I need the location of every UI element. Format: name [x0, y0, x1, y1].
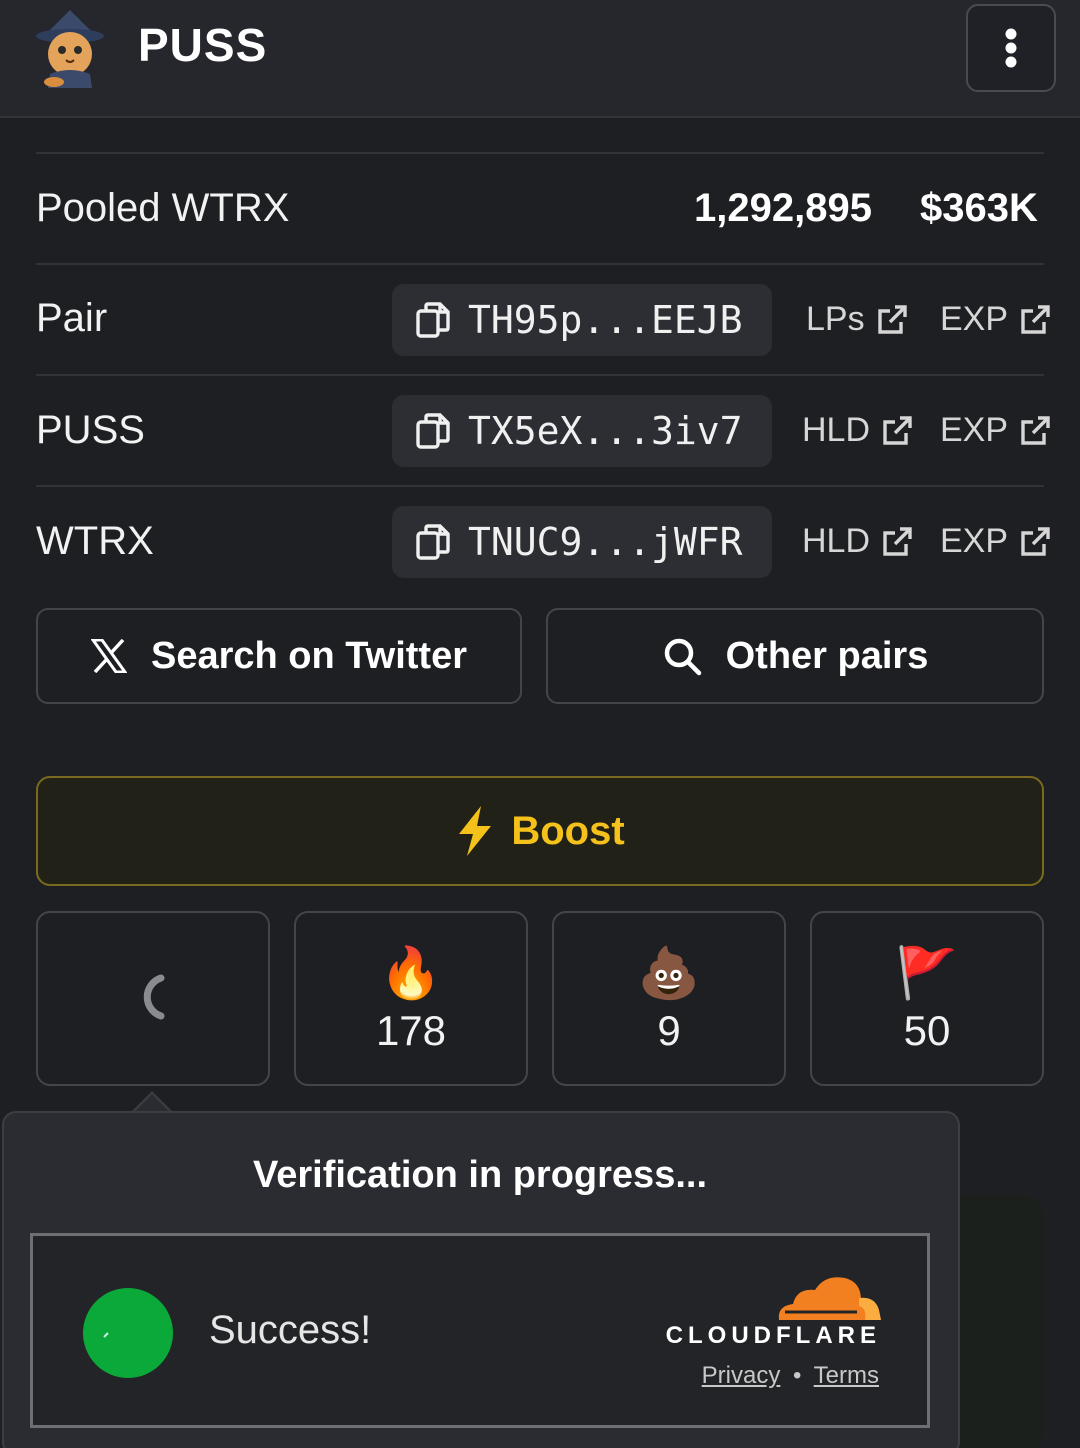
fire-count: 178	[375, 1006, 447, 1054]
poop-icon: 💩	[637, 944, 701, 1001]
fire-icon: 🔥	[379, 944, 443, 1001]
link-label: EXP	[940, 300, 1009, 338]
external-link-icon	[877, 304, 907, 334]
reaction-card-poop[interactable]: 💩 9	[552, 911, 786, 1086]
wtrx-explorer-link[interactable]: EXP	[940, 522, 1052, 561]
link-label: EXP	[940, 522, 1009, 560]
app-title: PUSS	[138, 19, 268, 71]
reaction-card-loading[interactable]	[36, 911, 270, 1086]
cloudflare-wordmark: CLOUDFLARE	[665, 1322, 881, 1349]
poop-count: 9	[657, 1006, 681, 1054]
divider	[36, 374, 1044, 376]
link-label: HLD	[802, 411, 871, 449]
external-link-icon	[1021, 304, 1050, 334]
pooled-amount: 1,292,895	[694, 186, 872, 230]
lightning-icon	[459, 806, 492, 856]
row-label-puss: PUSS	[36, 408, 145, 452]
search-twitter-label: Search on Twitter	[150, 634, 468, 677]
link-separator: •	[793, 1362, 802, 1389]
pooled-usd: $363K	[920, 186, 1038, 230]
copy-wtrx-address-button[interactable]: TNUC9...jWFR	[392, 506, 772, 578]
puss-explorer-link[interactable]: EXP	[940, 411, 1052, 450]
red-flag-icon: 🚩	[895, 944, 959, 1001]
external-link-icon	[883, 526, 912, 556]
other-pairs-button[interactable]: Other pairs	[546, 608, 1044, 704]
pair-address: TH95p...EEJB	[468, 298, 743, 342]
boost-label: Boost	[511, 808, 625, 853]
copy-icon	[416, 413, 450, 449]
row-label-pair: Pair	[36, 296, 108, 340]
link-label: HLD	[802, 522, 871, 560]
link-label: EXP	[940, 411, 1009, 449]
row-label-wtrx: WTRX	[36, 519, 154, 563]
more-menu-button[interactable]	[966, 4, 1056, 92]
cloudflare-widget: Success! CLOUDFLARE Privacy • Terms	[30, 1233, 930, 1428]
divider	[36, 263, 1044, 265]
link-label: LPs	[806, 300, 865, 338]
divider	[36, 485, 1044, 487]
copy-icon	[416, 524, 450, 560]
app-header: PUSS	[0, 0, 1080, 118]
vertical-dots-icon	[1005, 28, 1017, 68]
puss-logo	[36, 10, 104, 88]
pair-lps-link[interactable]: LPs	[806, 300, 909, 339]
cloudflare-cloud-icon	[778, 1277, 881, 1320]
wtrx-holders-link[interactable]: HLD	[802, 522, 914, 561]
privacy-link[interactable]: Privacy	[702, 1362, 781, 1389]
external-link-icon	[1021, 526, 1050, 556]
copy-puss-address-button[interactable]: TX5eX...3iv7	[392, 395, 772, 467]
external-link-icon	[1021, 415, 1050, 445]
pooled-label: Pooled WTRX	[36, 186, 290, 230]
success-check-icon	[83, 1288, 173, 1378]
search-twitter-button[interactable]: Search on Twitter	[36, 608, 522, 704]
pair-explorer-link[interactable]: EXP	[940, 300, 1052, 339]
cloudflare-links: Privacy • Terms	[702, 1362, 879, 1390]
red-flag-count: 50	[903, 1006, 951, 1054]
reaction-card-fire[interactable]: 🔥 178	[294, 911, 528, 1086]
wtrx-address: TNUC9...jWFR	[468, 520, 743, 564]
external-link-icon	[883, 415, 912, 445]
copy-pair-address-button[interactable]: TH95p...EEJB	[392, 284, 772, 356]
boost-button[interactable]: Boost	[36, 776, 1044, 886]
divider	[36, 152, 1044, 154]
x-logo-icon	[90, 639, 127, 673]
search-icon	[664, 638, 701, 676]
puss-address: TX5eX...3iv7	[468, 409, 743, 453]
copy-icon	[416, 302, 450, 338]
verification-title: Verification in progress...	[252, 1154, 707, 1196]
puss-holders-link[interactable]: HLD	[802, 411, 914, 450]
terms-link[interactable]: Terms	[814, 1362, 879, 1389]
reaction-card-red-flag[interactable]: 🚩 50	[810, 911, 1044, 1086]
loading-spinner-icon	[143, 974, 165, 1019]
other-pairs-label: Other pairs	[725, 634, 929, 677]
success-status: Success!	[209, 1308, 372, 1352]
